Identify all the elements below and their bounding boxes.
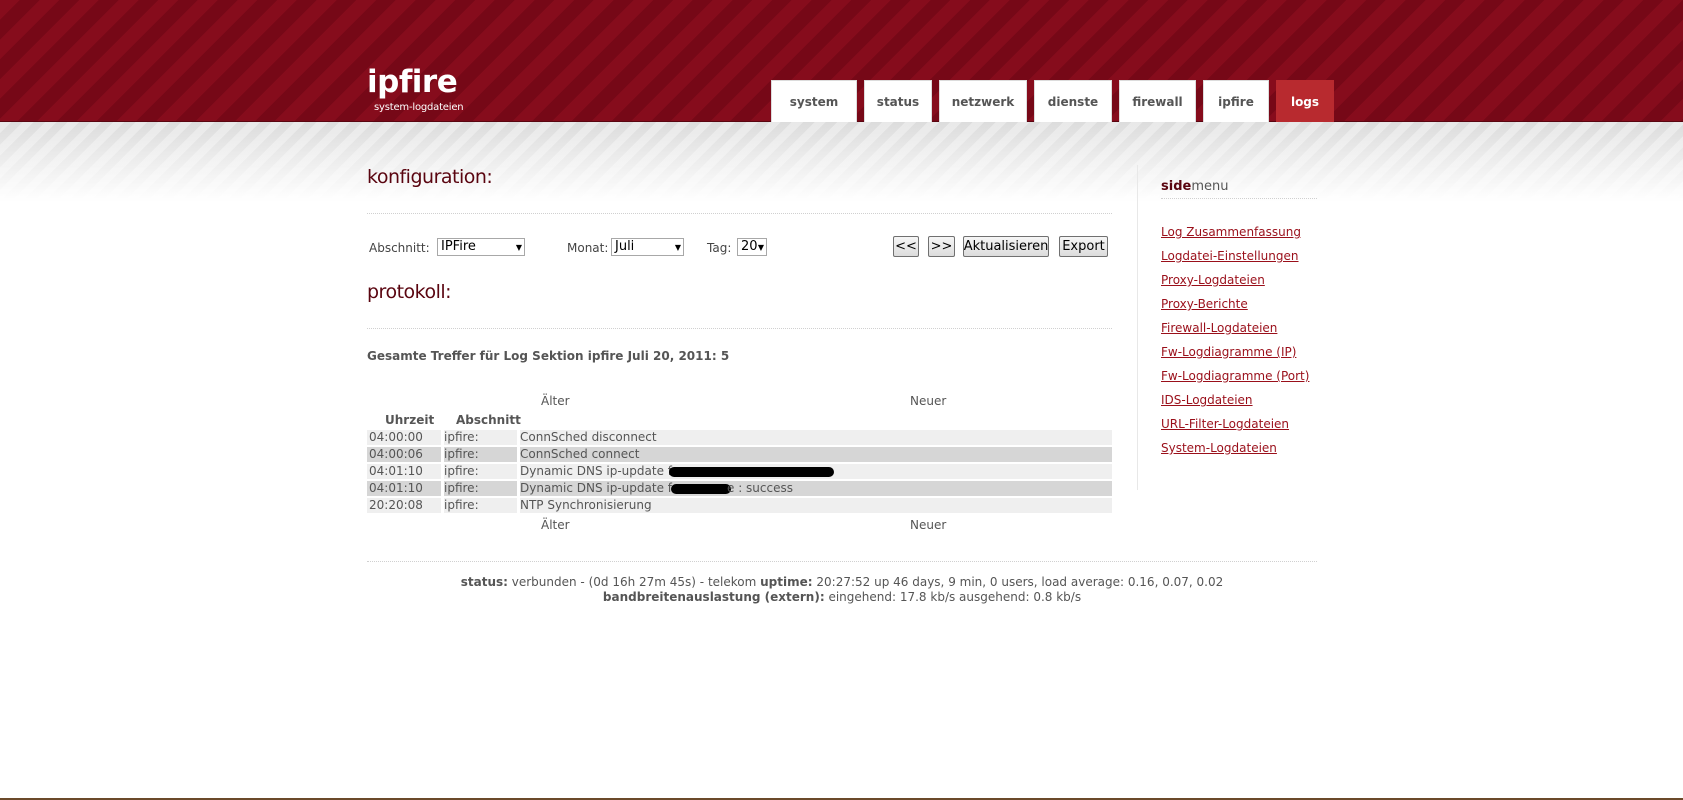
tab-system[interactable]: system [771,80,857,122]
day-select-value: 20 [741,239,758,254]
tab-logs[interactable]: logs [1276,80,1334,122]
sidemenu-link-fw-graph-port[interactable]: Fw-Logdiagramme (Port) [1161,369,1309,383]
log-divider [367,328,1112,329]
row-section: ipfire: [444,447,479,461]
row-message: ConnSched disconnect [520,430,657,444]
bandwidth-text: eingehend: 17.8 kb/s ausgehend: 0.8 kb/s [828,590,1082,604]
config-divider [367,213,1112,214]
sidemenu-link-log-settings[interactable]: Logdatei-Einstellungen [1161,249,1299,263]
month-select[interactable]: Juli ▼ [611,238,684,256]
config-heading: konfiguration: [367,166,493,188]
section-select[interactable]: IPFire ▼ [437,238,525,256]
dropdown-arrow-icon: ▼ [757,243,764,252]
sidemenu-title: sidemenu [1161,179,1228,194]
table-row: 20:20:08 ipfire: NTP Synchronisierung [367,498,1112,513]
row-message-suffix: e : success [727,481,793,495]
table-row: 04:01:10 ipfire: Dynamic DNS ip-update f… [367,464,1112,479]
sidemenu-link-fw-graph-ip[interactable]: Fw-Logdiagramme (IP) [1161,345,1296,359]
tab-ipfire[interactable]: ipfire [1203,80,1269,122]
row-message: Dynamic DNS ip-update for [520,481,685,495]
footer-divider [367,561,1317,562]
table-row: 04:00:06 ipfire: ConnSched connect [367,447,1112,462]
row-message: Dynamic DNS ip-update for [520,464,685,478]
newer-link-top[interactable]: Neuer [910,394,946,408]
tab-dienste[interactable]: dienste [1034,80,1112,122]
footer-bandwidth-line: bandbreitenauslastung (extern): eingehen… [367,590,1317,604]
logo[interactable]: ipfire [367,64,458,100]
main-nav: system status netzwerk dienste firewall … [771,80,1341,122]
sidemenu-link-url-filter-logs[interactable]: URL-Filter-Logdateien [1161,417,1289,431]
section-select-value: IPFire [441,239,476,254]
hits-summary: Gesamte Treffer für Log Sektion ipfire J… [367,349,730,363]
older-link-top[interactable]: Älter [541,394,570,408]
month-select-value: Juli [615,239,635,254]
tab-firewall[interactable]: firewall [1119,80,1196,122]
row-section: ipfire: [444,430,479,444]
section-label: Abschnitt: [369,241,430,255]
table-row: 04:00:00 ipfire: ConnSched disconnect [367,430,1112,445]
next-day-button[interactable]: >> [928,236,955,257]
dropdown-arrow-icon: ▼ [515,243,522,252]
sidemenu-link-proxy-logs[interactable]: Proxy-Logdateien [1161,273,1265,287]
tab-status[interactable]: status [864,80,932,122]
sidemenu-link-ids-logs[interactable]: IDS-Logdateien [1161,393,1253,407]
bandwidth-label: bandbreitenauslastung (extern): [602,590,825,604]
sidebar-divider [1137,165,1138,490]
day-select[interactable]: 20 ▼ [737,238,767,256]
log-heading: protokoll: [367,281,452,303]
sidemenu-link-proxy-reports[interactable]: Proxy-Berichte [1161,297,1248,311]
column-header-time: Uhrzeit [385,413,435,427]
row-time: 20:20:08 [369,498,423,512]
page-subtitle: system-logdateien [374,102,464,113]
sidemenu-link-system-logs[interactable]: System-Logdateien [1161,441,1277,455]
row-time: 04:01:10 [369,481,423,495]
column-header-section: Abschnitt [456,413,521,427]
row-section: ipfire: [444,464,479,478]
prev-day-button[interactable]: << [893,236,919,257]
tab-netzwerk[interactable]: netzwerk [939,80,1027,122]
sidemenu-title-bold: side [1161,179,1192,194]
row-section: ipfire: [444,481,479,495]
sidemenu-link-firewall-logs[interactable]: Firewall-Logdateien [1161,321,1277,335]
row-time: 04:00:00 [369,430,423,444]
day-label: Tag: [707,241,732,255]
sidemenu-divider [1161,198,1317,199]
month-label: Monat: [567,241,609,255]
status-text: verbunden - (0d 16h 27m 45s) - telekom [511,575,757,589]
sidemenu-title-rest: menu [1191,179,1229,194]
footer-status-line: status: verbunden - (0d 16h 27m 45s) - t… [367,575,1317,589]
row-time: 04:00:06 [369,447,423,461]
older-link-bottom[interactable]: Älter [541,518,570,532]
row-message: ConnSched connect [520,447,640,461]
redaction-mark [669,467,834,477]
refresh-button[interactable]: Aktualisieren [963,236,1049,257]
row-section: ipfire: [444,498,479,512]
row-time: 04:01:10 [369,464,423,478]
header-shade [0,122,1683,202]
status-label: status: [460,575,508,589]
uptime-text: 20:27:52 up 46 days, 9 min, 0 users, loa… [816,575,1224,589]
sidemenu-link-log-summary[interactable]: Log Zusammenfassung [1161,225,1301,239]
redaction-mark [671,484,731,494]
dropdown-arrow-icon: ▼ [674,243,681,252]
row-message: NTP Synchronisierung [520,498,652,512]
export-button[interactable]: Export [1059,236,1108,257]
table-row: 04:01:10 ipfire: Dynamic DNS ip-update f… [367,481,1112,496]
uptime-label: uptime: [760,575,813,589]
newer-link-bottom[interactable]: Neuer [910,518,946,532]
